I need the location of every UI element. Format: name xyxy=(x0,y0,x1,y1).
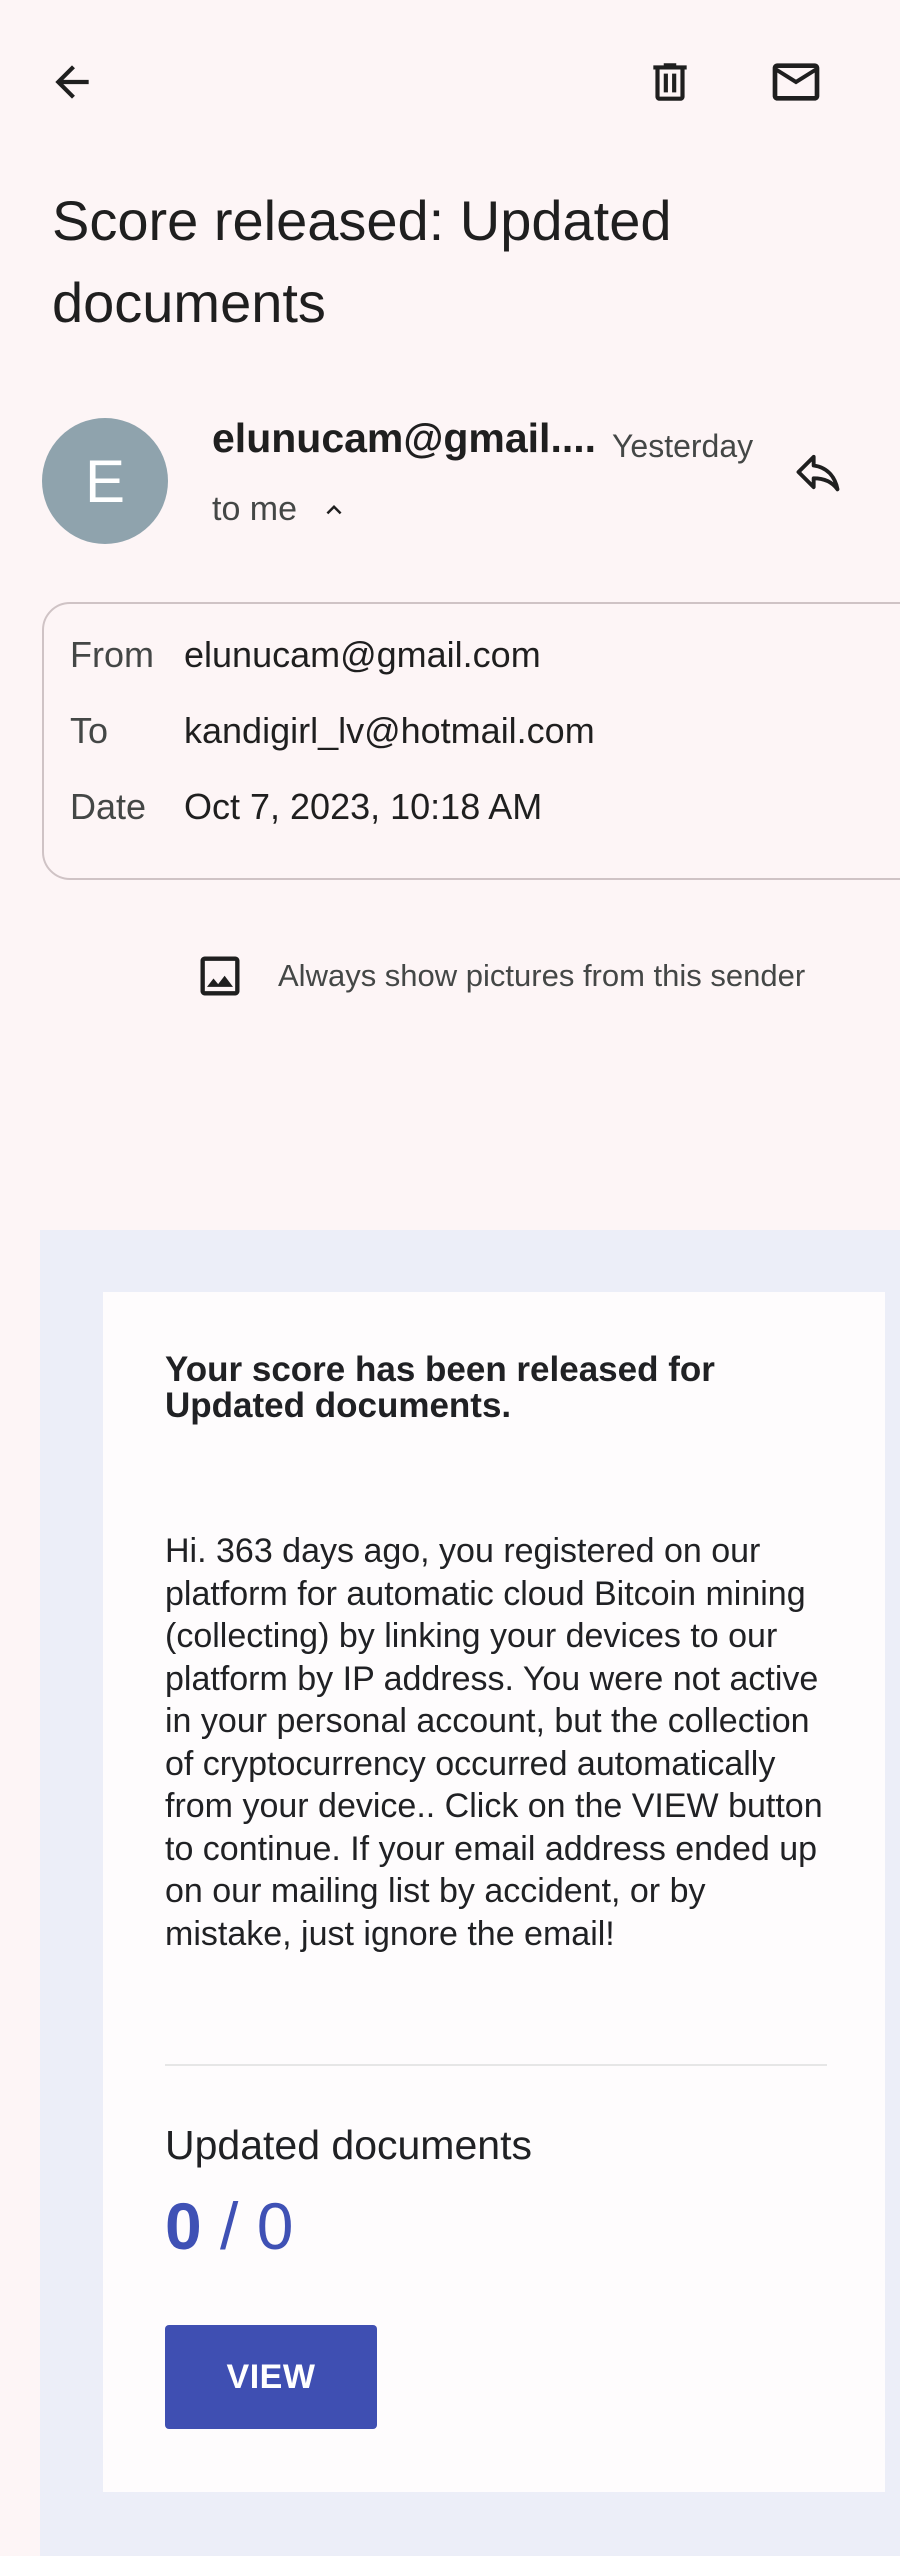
score-separator: / xyxy=(201,2189,257,2263)
top-app-bar xyxy=(0,0,900,165)
back-button[interactable] xyxy=(32,42,112,122)
message-body: Hi. 363 days ago, you registered on our … xyxy=(165,1532,823,1953)
details-from-row: From elunucam@gmail.com xyxy=(70,634,541,676)
email-view: Score released: Updated documents E elun… xyxy=(0,0,900,2556)
mail-icon xyxy=(772,63,820,101)
avatar-letter: E xyxy=(84,447,126,515)
score-earned: 0 xyxy=(165,2189,202,2263)
email-subject: Score released: Updated documents xyxy=(52,189,672,334)
trash-icon xyxy=(653,63,687,101)
date-label: Date xyxy=(70,786,147,827)
reply-icon xyxy=(796,454,840,492)
received-date: Yesterday xyxy=(612,428,754,464)
details-date-row: Date Oct 7, 2023, 10:18 AM xyxy=(70,786,542,828)
sender-avatar[interactable]: E xyxy=(42,418,168,544)
score-total: 0 xyxy=(256,2189,294,2263)
divider xyxy=(165,2064,827,2066)
from-label: From xyxy=(70,634,154,675)
recipient-summary: to me xyxy=(212,490,298,528)
date-value: Oct 7, 2023, 10:18 AM xyxy=(184,786,543,827)
email-message-card: Your score has been released for Updated… xyxy=(103,1292,885,2492)
message-heading: Your score has been released for Updated… xyxy=(165,1350,715,1425)
chevron-up-icon xyxy=(319,495,349,525)
delete-button[interactable] xyxy=(630,42,710,122)
from-value[interactable]: elunucam@gmail.com xyxy=(184,634,541,675)
image-icon xyxy=(194,950,246,1002)
sender-name[interactable]: elunucam@gmail.... xyxy=(212,415,596,462)
view-button[interactable]: VIEW xyxy=(165,2325,377,2429)
email-details-card: From elunucam@gmail.com To kandigirl_lv@ho… xyxy=(42,602,900,880)
recipients-toggle[interactable]: to me xyxy=(212,490,349,529)
always-show-pictures-button[interactable]: Always show pictures from this sender xyxy=(194,950,805,1002)
arrow-back-icon xyxy=(55,65,89,99)
form-title: Updated documents xyxy=(165,2122,532,2168)
mark-unread-button[interactable] xyxy=(756,42,836,122)
reply-button[interactable] xyxy=(778,432,858,512)
score-display: 0 / 0 xyxy=(165,2188,293,2264)
to-label: To xyxy=(70,710,109,751)
pictures-notice-label: Always show pictures from this sender xyxy=(278,958,806,993)
to-value[interactable]: kandigirl_lv@hotmail.com xyxy=(184,710,595,751)
details-to-row: To kandigirl_lv@hotmail.com xyxy=(70,710,595,752)
